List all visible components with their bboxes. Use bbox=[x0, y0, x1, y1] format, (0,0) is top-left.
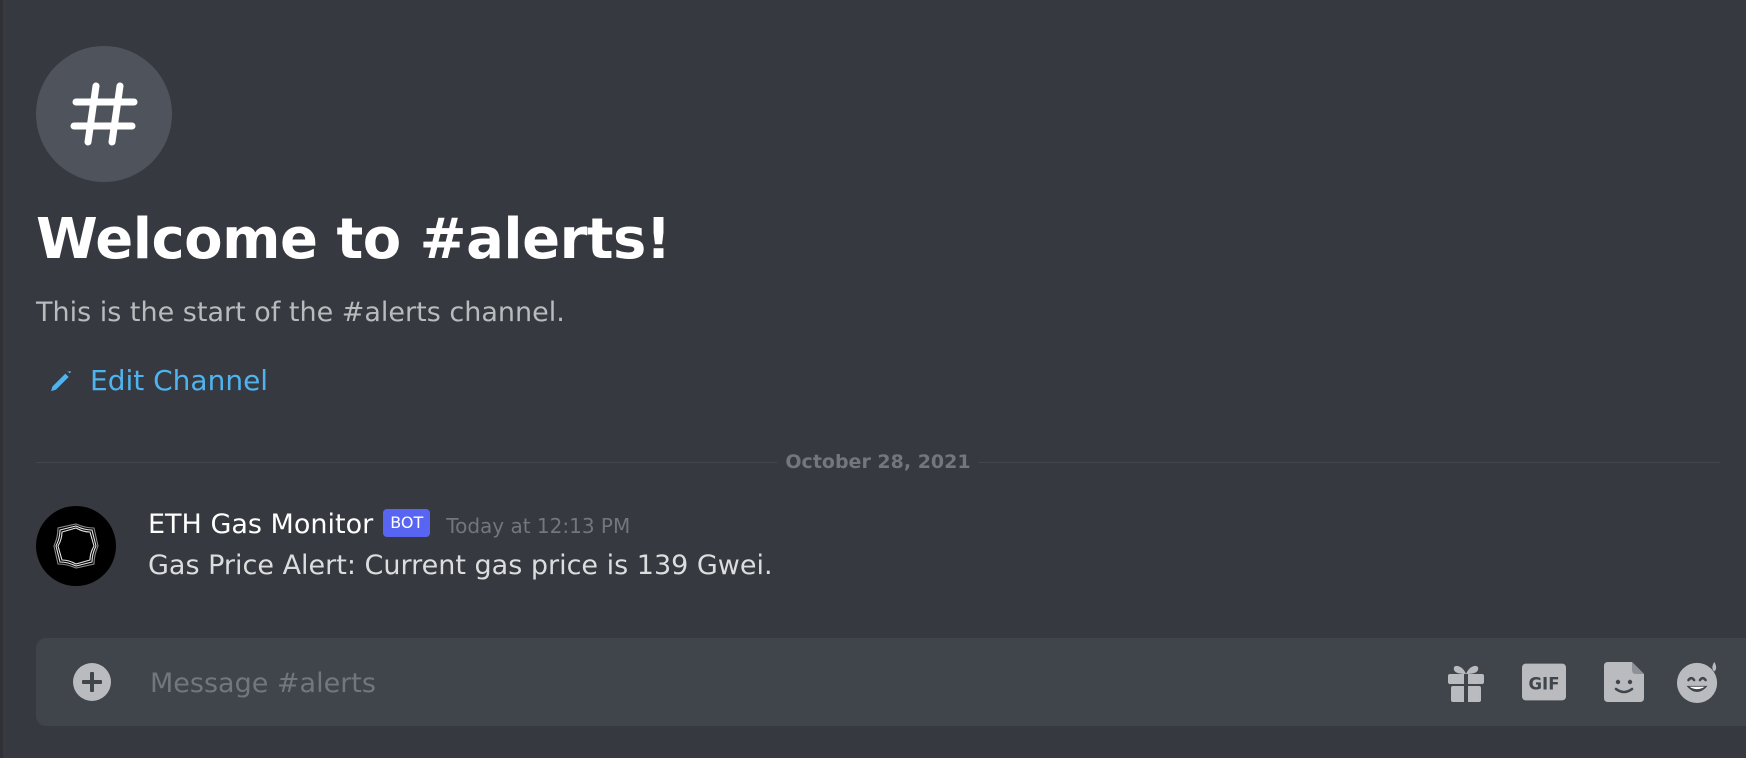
hashtag-icon bbox=[70, 82, 138, 146]
welcome-subtitle: This is the start of the #alerts channel… bbox=[36, 297, 565, 328]
message-input[interactable] bbox=[148, 654, 1452, 712]
edit-channel-link[interactable]: Edit Channel bbox=[48, 362, 268, 400]
sticker-icon[interactable] bbox=[1602, 660, 1646, 704]
pencil-icon bbox=[51, 370, 72, 392]
welcome-title: Welcome to #alerts! bbox=[36, 207, 671, 272]
message-composer: GIF bbox=[36, 638, 1746, 726]
bot-tag: BOT bbox=[383, 509, 431, 537]
divider-date: October 28, 2021 bbox=[777, 452, 979, 472]
message-timestamp: Today at 12:13 PM bbox=[446, 514, 631, 538]
svg-text:GIF: GIF bbox=[1529, 674, 1560, 693]
sidebar-edge bbox=[0, 0, 3, 758]
edit-channel-label: Edit Channel bbox=[90, 364, 269, 397]
message-item: ETH Gas Monitor BOT Today at 12:13 PM Ga… bbox=[36, 504, 1716, 594]
emoji-icon[interactable] bbox=[1676, 660, 1720, 704]
plus-circle-icon[interactable] bbox=[72, 662, 112, 702]
bot-avatar-icon bbox=[53, 523, 99, 569]
message-author[interactable]: ETH Gas Monitor bbox=[148, 509, 373, 540]
gift-icon[interactable] bbox=[1444, 660, 1488, 704]
channel-hashtag-badge bbox=[36, 46, 172, 182]
gif-icon[interactable]: GIF bbox=[1522, 660, 1566, 704]
channel-view: Welcome to #alerts! This is the start of… bbox=[0, 0, 1746, 758]
message-content: Gas Price Alert: Current gas price is 13… bbox=[148, 550, 773, 581]
avatar[interactable] bbox=[36, 506, 116, 586]
date-divider: October 28, 2021 bbox=[36, 452, 1720, 472]
message-header: ETH Gas Monitor BOT Today at 12:13 PM bbox=[148, 504, 630, 544]
